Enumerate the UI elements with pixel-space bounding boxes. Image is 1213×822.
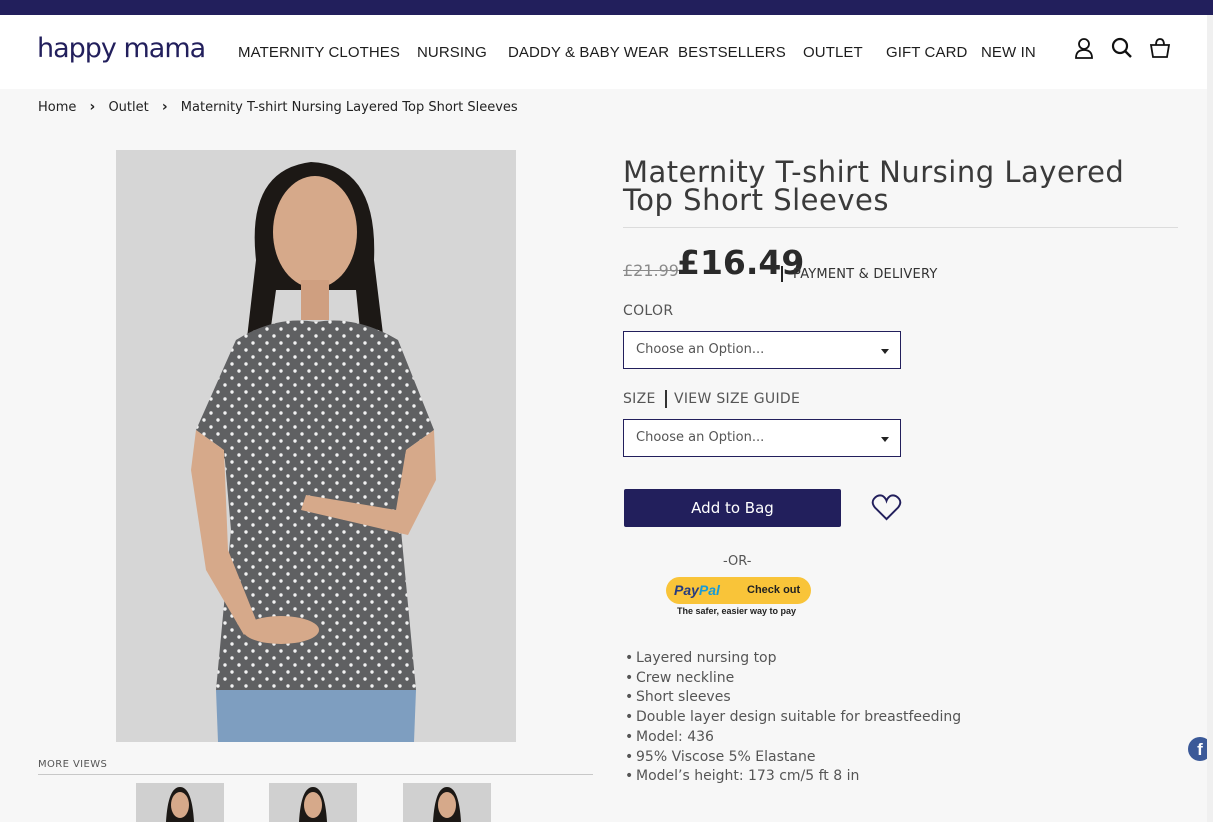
size-separator (665, 390, 667, 408)
size-select-value: Choose an Option... (636, 430, 765, 445)
chevron-right-icon: › (161, 99, 168, 115)
product-main-image[interactable] (116, 150, 516, 742)
paypal-logo: PayPal (674, 582, 720, 598)
color-select[interactable]: Choose an Option... (623, 331, 901, 369)
breadcrumb-current: Maternity T-shirt Nursing Layered Top Sh… (180, 99, 518, 115)
wishlist-heart-icon[interactable] (871, 493, 902, 522)
feature-item: 95% Viscose 5% Elastane (625, 748, 961, 768)
caret-down-icon (881, 437, 889, 442)
nav-item-bestsellers[interactable]: BESTSELLERS (678, 44, 786, 61)
color-label: COLOR (623, 303, 674, 319)
nav-item-outlet[interactable]: OUTLET (803, 44, 863, 61)
nav-item-maternity-clothes[interactable]: MATERNITY CLOTHES (238, 44, 400, 61)
product-title: Maternity T-shirt Nursing Layered Top Sh… (623, 155, 1125, 217)
color-select-value: Choose an Option... (636, 342, 765, 357)
chevron-right-icon: › (89, 99, 96, 115)
top-accent-bar (0, 0, 1213, 15)
thumbnail-3[interactable] (403, 783, 491, 822)
more-views-divider (38, 774, 593, 775)
payment-delivery-link[interactable]: PAYMENT & DELIVERY (793, 267, 937, 282)
add-to-bag-button[interactable]: Add to Bag (624, 489, 841, 527)
paypal-checkout-button[interactable]: PayPal Check out (666, 577, 811, 604)
site-header: happy mama MATERNITY CLOTHES NURSING DAD… (0, 15, 1213, 89)
size-select[interactable]: Choose an Option... (623, 419, 901, 457)
page-scrollbar[interactable] (1207, 15, 1213, 822)
model-photo-illustration (116, 150, 516, 742)
more-views-label: MORE VIEWS (38, 759, 108, 770)
nav-item-gift-card[interactable]: GIFT CARD (886, 44, 967, 61)
size-label: SIZE (623, 391, 656, 407)
site-logo[interactable]: happy mama (37, 33, 206, 64)
feature-item: Model’s height: 173 cm/5 ft 8 in (625, 767, 961, 787)
thumbnail-2[interactable] (269, 783, 357, 822)
nav-item-daddy-baby-wear[interactable]: DADDY & BABY WEAR (508, 44, 669, 61)
current-price: £16.49 (677, 243, 805, 282)
caret-down-icon (881, 349, 889, 354)
or-separator: -OR- (723, 554, 752, 569)
nav-item-nursing[interactable]: NURSING (417, 44, 487, 61)
thumbnail-1[interactable] (136, 783, 224, 822)
basket-icon[interactable] (1148, 36, 1172, 60)
title-divider (623, 227, 1178, 228)
old-price: £21.99 (623, 261, 679, 280)
breadcrumb-home[interactable]: Home (38, 100, 76, 115)
breadcrumb: Home › Outlet › Maternity T-shirt Nursin… (38, 99, 518, 115)
feature-item: Layered nursing top (625, 649, 961, 669)
search-icon[interactable] (1110, 36, 1134, 60)
feature-item: Double layer design suitable for breastf… (625, 708, 961, 728)
price-separator (781, 266, 783, 282)
breadcrumb-outlet[interactable]: Outlet (108, 100, 148, 115)
feature-item: Short sleeves (625, 688, 961, 708)
paypal-checkout-label: Check out (747, 584, 801, 596)
user-icon[interactable] (1072, 36, 1096, 60)
product-features-list: Layered nursing top Crew neckline Short … (625, 649, 961, 787)
paypal-tagline: The safer, easier way to pay (677, 606, 797, 616)
nav-item-new-in[interactable]: NEW IN (981, 44, 1036, 61)
feature-item: Model: 436 (625, 728, 961, 748)
size-guide-link[interactable]: VIEW SIZE GUIDE (674, 391, 800, 407)
feature-item: Crew neckline (625, 669, 961, 689)
